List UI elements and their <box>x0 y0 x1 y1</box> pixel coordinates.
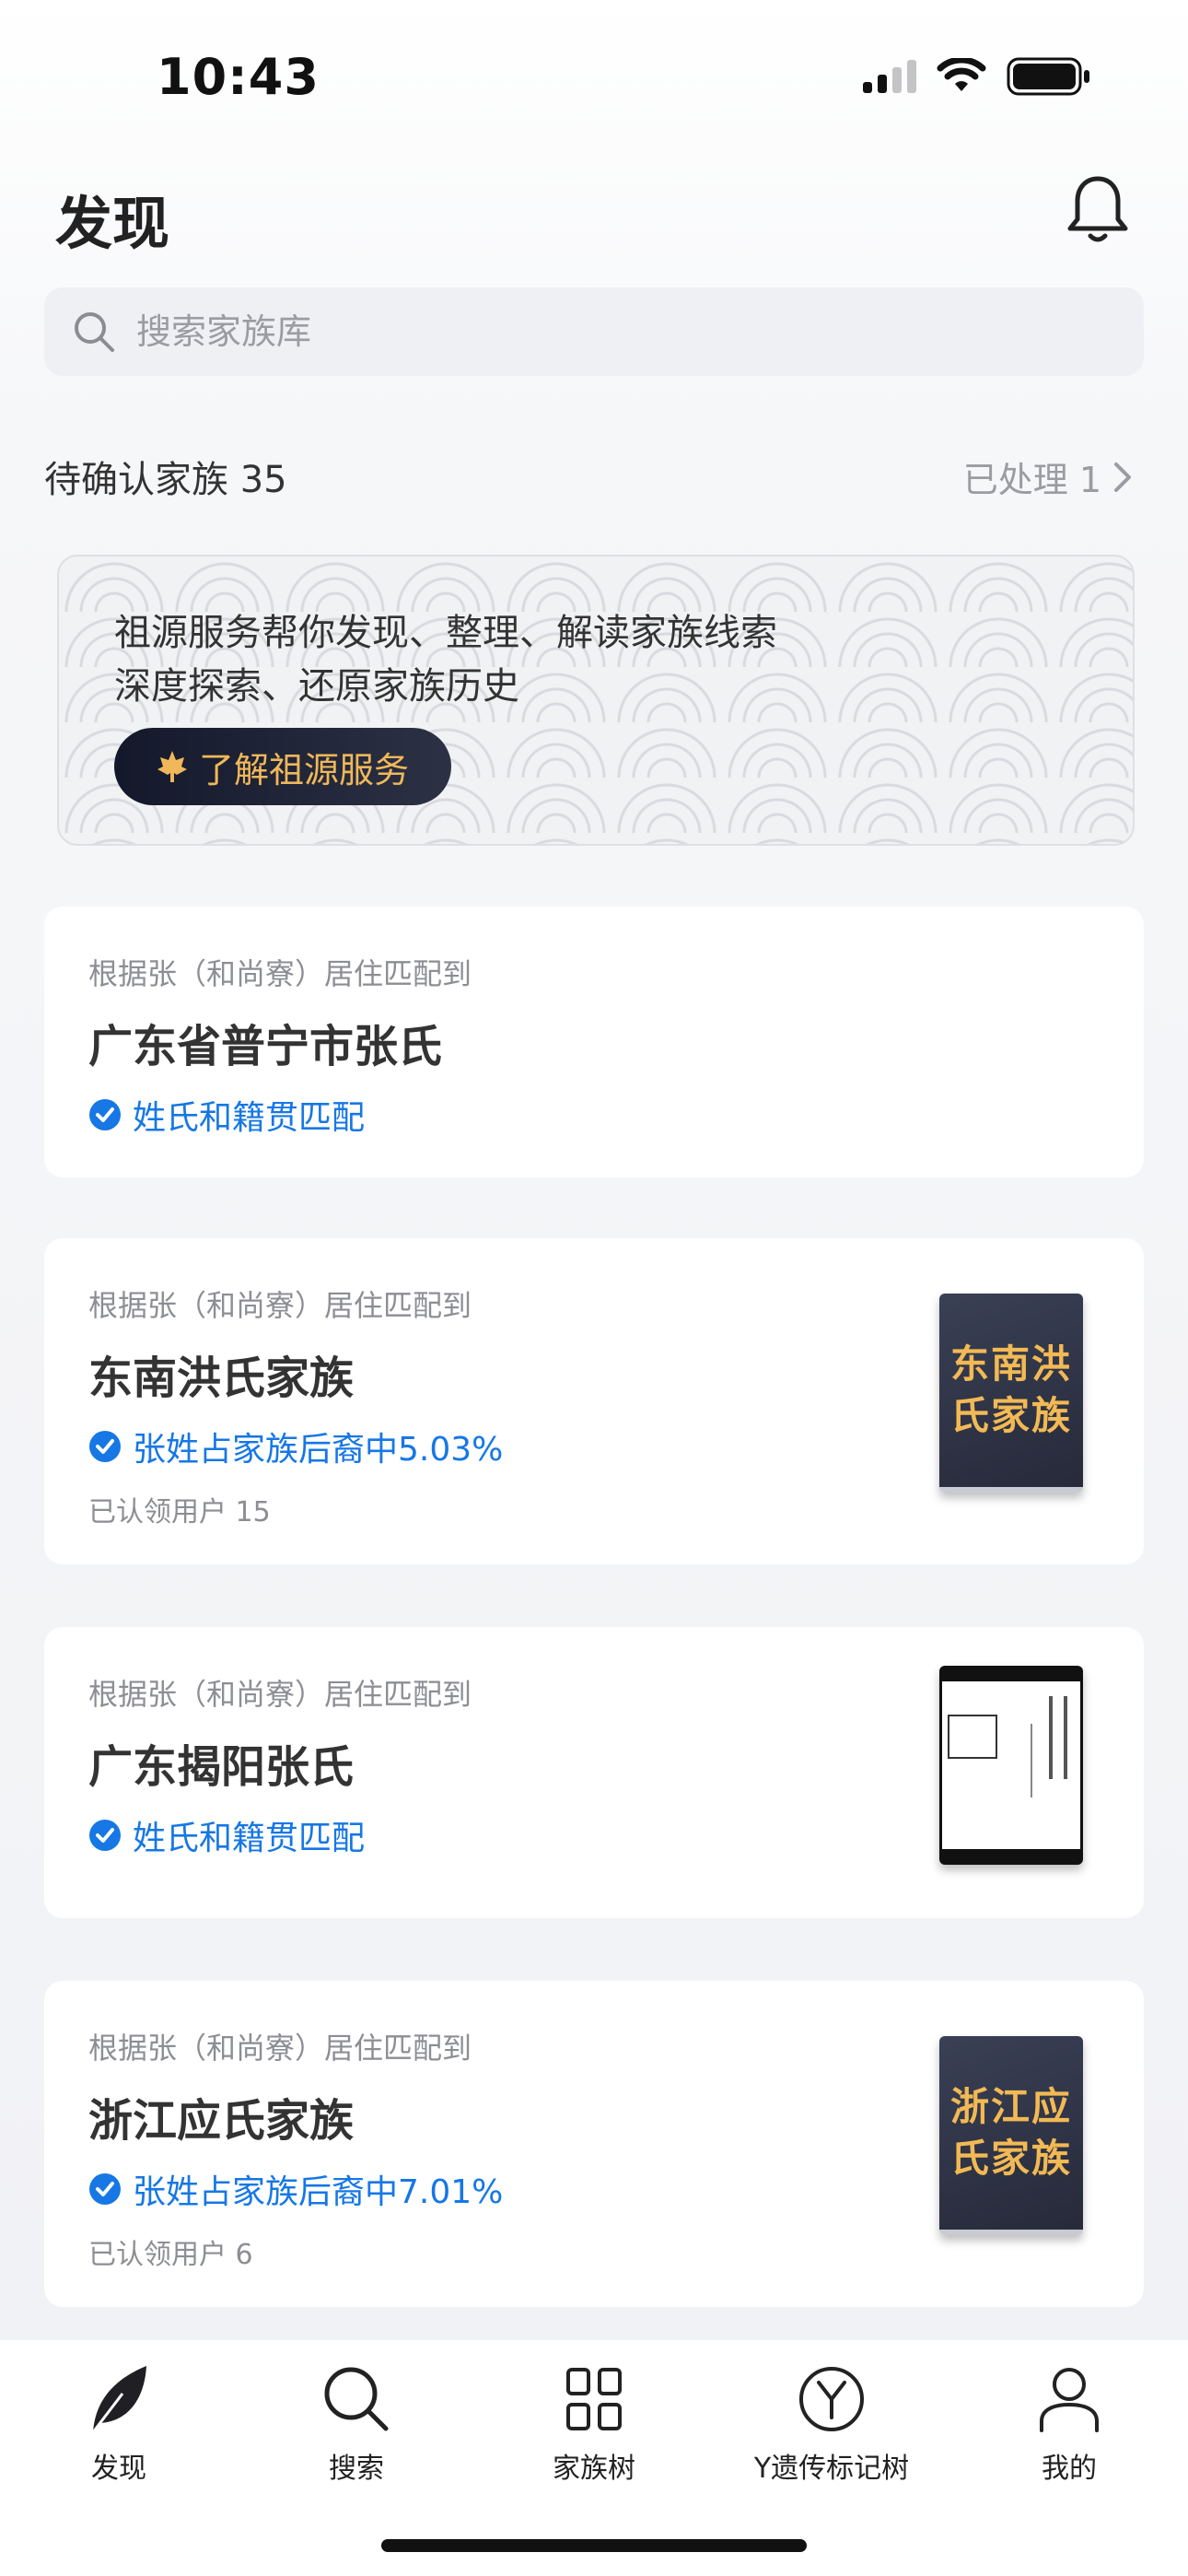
chevron-right-icon <box>1114 462 1131 492</box>
match-tag: 张姓占家族后裔中7.01% <box>88 2165 503 2213</box>
search-bar[interactable] <box>44 287 1144 376</box>
genealogy-book-cover: 浙江应氏家族 <box>939 2036 1083 2235</box>
leaf-icon <box>91 2366 146 2433</box>
match-tag-label: 姓氏和籍贯匹配 <box>133 1099 366 1137</box>
processed-label: 已处理 1 <box>962 460 1101 500</box>
status-time: 10:43 <box>157 48 320 106</box>
book-title: 浙江应氏家族 <box>939 2036 1083 2235</box>
claimed-users: 已认领用户 15 <box>88 1496 271 1528</box>
match-tag-label: 姓氏和籍贯匹配 <box>133 1820 366 1857</box>
banner-line-2: 深度探索、还原家族历史 <box>114 665 519 708</box>
family-name: 广东揭阳张氏 <box>88 1741 355 1793</box>
search-input[interactable] <box>134 310 1059 353</box>
search-icon <box>75 312 114 352</box>
tab-label: 我的 <box>1042 2453 1097 2485</box>
family-name: 浙江应氏家族 <box>88 2095 355 2147</box>
tab-profile[interactable]: 我的 <box>950 2362 1188 2486</box>
bell-icon[interactable] <box>1065 173 1131 245</box>
maple-leaf-icon <box>157 751 187 782</box>
check-circle-icon <box>89 2173 121 2205</box>
match-source: 根据张（和尚寮）居住匹配到 <box>88 1677 472 1712</box>
match-tag: 张姓占家族后裔中5.03% <box>88 1423 503 1470</box>
family-card[interactable]: 根据张（和尚寮）居住匹配到 东南洪氏家族 张姓占家族后裔中5.03% 已认领用户… <box>44 1238 1144 1564</box>
ancestry-service-banner: 祖源服务帮你发现、整理、解读家族线索 深度探索、还原家族历史 了解祖源服务 <box>57 555 1135 846</box>
match-tag-label: 张姓占家族后裔中7.01% <box>133 2173 504 2211</box>
profile-icon <box>1040 2368 1099 2432</box>
y-chromosome-icon <box>799 2367 864 2431</box>
learn-ancestry-service-button[interactable]: 了解祖源服务 <box>114 728 451 805</box>
claimed-users: 已认领用户 6 <box>88 2239 253 2271</box>
genealogy-book-cover: 东南洪氏家族 <box>939 1294 1083 1493</box>
genealogy-document-thumbnail <box>939 1666 1083 1865</box>
tab-label: 搜索 <box>329 2453 384 2485</box>
check-circle-icon <box>89 1820 121 1851</box>
match-source: 根据张（和尚寮）居住匹配到 <box>88 2031 472 2066</box>
wifi-icon <box>937 58 986 91</box>
tab-label: 发现 <box>91 2453 146 2485</box>
tab-label: 家族树 <box>553 2453 635 2485</box>
family-card[interactable]: 根据张（和尚寮）居住匹配到 浙江应氏家族 张姓占家族后裔中7.01% 已认领用户… <box>44 1981 1144 2307</box>
match-tag: 姓氏和籍贯匹配 <box>88 1091 365 1139</box>
family-name: 广东省普宁市张氏 <box>88 1021 443 1072</box>
check-circle-icon <box>89 1431 121 1462</box>
family-tree-icon <box>566 2368 622 2430</box>
tab-label: Y遗传标记树 <box>753 2453 910 2485</box>
status-icons <box>863 57 1091 96</box>
tab-family-tree[interactable]: 家族树 <box>475 2362 713 2486</box>
tab-discover[interactable]: 发现 <box>0 2362 238 2486</box>
processed-link[interactable]: 已处理 1 <box>963 451 1133 502</box>
match-source: 根据张（和尚寮）居住匹配到 <box>88 956 472 991</box>
pending-families-title: 待确认家族 35 <box>44 459 287 501</box>
page-title: 发现 <box>55 190 170 257</box>
match-source: 根据张（和尚寮）居住匹配到 <box>88 1288 472 1323</box>
learn-ancestry-service-label: 了解祖源服务 <box>198 749 409 790</box>
battery-icon <box>1007 57 1089 96</box>
search-icon <box>324 2367 389 2431</box>
cellular-signal-icon <box>863 60 916 93</box>
book-title: 东南洪氏家族 <box>939 1294 1083 1493</box>
tab-y-haplogroup-tree[interactable]: Y遗传标记树 <box>713 2362 950 2486</box>
match-tag: 姓氏和籍贯匹配 <box>88 1811 365 1859</box>
family-card[interactable]: 根据张（和尚寮）居住匹配到 广东揭阳张氏 姓氏和籍贯匹配 <box>44 1627 1144 1918</box>
family-name: 东南洪氏家族 <box>88 1352 355 1404</box>
tab-search[interactable]: 搜索 <box>238 2362 475 2486</box>
check-circle-icon <box>89 1099 121 1130</box>
home-indicator <box>381 2539 807 2552</box>
banner-line-1: 祖源服务帮你发现、整理、解读家族线索 <box>114 612 777 654</box>
family-card[interactable]: 根据张（和尚寮）居住匹配到 广东省普宁市张氏 姓氏和籍贯匹配 <box>44 907 1144 1177</box>
match-tag-label: 张姓占家族后裔中5.03% <box>133 1431 504 1469</box>
